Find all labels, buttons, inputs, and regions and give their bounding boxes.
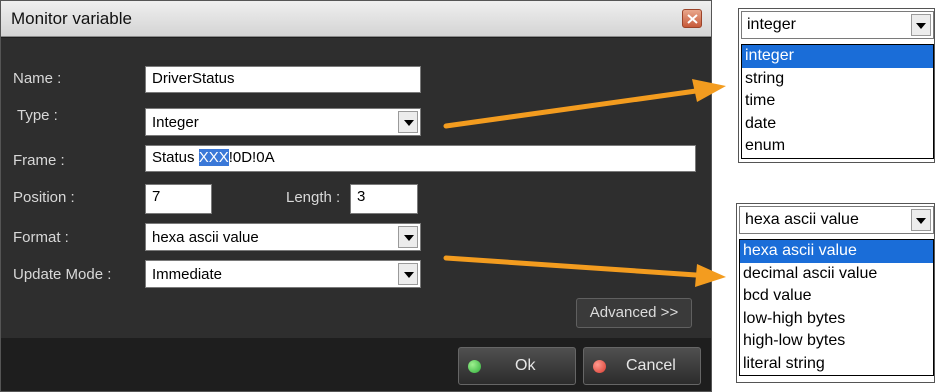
format-options-list: hexa ascii value decimal ascii value bcd v… xyxy=(739,239,934,376)
dropdown-option[interactable]: low-high bytes xyxy=(740,308,933,331)
dropdown-option[interactable]: decimal ascii value xyxy=(740,263,933,286)
type-popup-selected-value: integer xyxy=(747,16,796,33)
dropdown-option[interactable]: bcd value xyxy=(740,285,933,308)
dropdown-option[interactable]: high-low bytes xyxy=(740,330,933,353)
format-popup-select[interactable]: hexa ascii value xyxy=(739,206,934,234)
dropdown-option[interactable]: string xyxy=(742,68,933,91)
dropdown-option[interactable]: literal string xyxy=(740,353,933,376)
type-dropdown-popup: integer integer string time date enum xyxy=(738,8,935,163)
format-popup-selected-value: hexa ascii value xyxy=(745,211,859,228)
dropdown-option[interactable]: time xyxy=(742,90,933,113)
chevron-down-icon[interactable] xyxy=(911,14,931,36)
dropdown-option[interactable]: enum xyxy=(742,135,933,158)
type-popup-select[interactable]: integer xyxy=(741,11,934,39)
format-dropdown-popup: hexa ascii value hexa ascii value decimal… xyxy=(736,203,935,383)
arrow-icon xyxy=(443,255,726,287)
arrow-icon xyxy=(443,79,726,129)
type-options-list: integer string time date enum xyxy=(741,44,934,159)
dropdown-option[interactable]: hexa ascii value xyxy=(740,240,933,263)
dropdown-option[interactable]: date xyxy=(742,113,933,136)
chevron-down-icon[interactable] xyxy=(911,209,931,231)
dropdown-option[interactable]: integer xyxy=(742,45,933,68)
